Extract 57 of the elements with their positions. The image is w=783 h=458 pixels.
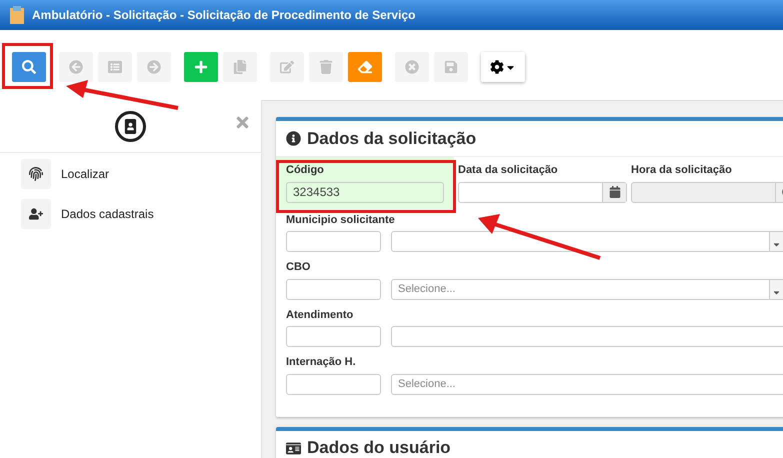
dropdown-toggle[interactable] xyxy=(769,280,783,298)
save-button[interactable] xyxy=(434,52,468,82)
edit-icon xyxy=(280,60,294,74)
section-title: Dados da solicitação xyxy=(307,128,476,150)
field-label: CBO xyxy=(286,260,312,275)
info-icon xyxy=(286,131,301,146)
settings-dropdown-button[interactable] xyxy=(481,52,525,82)
code-input-field[interactable] xyxy=(286,374,381,394)
code-field[interactable]: 3234533 xyxy=(286,182,444,202)
section-title: Dados do usuário xyxy=(307,437,451,458)
code-input-field[interactable] xyxy=(286,231,381,252)
trash-button[interactable] xyxy=(309,52,343,82)
sidebar-item[interactable]: Dados cadastrais xyxy=(61,205,154,223)
search-icon xyxy=(22,60,36,74)
contact-icon xyxy=(115,110,146,142)
right-arrow-button[interactable] xyxy=(137,52,171,82)
field-label: Atendimento xyxy=(286,308,354,322)
id-card-icon xyxy=(286,440,301,456)
copy-icon xyxy=(233,60,247,74)
search-button[interactable] xyxy=(12,52,46,82)
left-arrow-button[interactable] xyxy=(59,52,93,82)
eraser-button[interactable] xyxy=(348,52,382,82)
field-label: Municipio solicitante xyxy=(286,212,396,228)
cancel-button[interactable] xyxy=(395,52,429,82)
dropdown-toggle[interactable] xyxy=(769,232,783,251)
input-field[interactable] xyxy=(391,326,783,347)
input-field[interactable] xyxy=(458,182,627,202)
calendar-icon xyxy=(608,186,620,198)
plus-icon xyxy=(194,60,208,74)
cancel-icon xyxy=(405,60,419,74)
sidebar-item[interactable]: Localizar xyxy=(61,165,110,183)
select-field[interactable] xyxy=(391,231,783,252)
plus-button[interactable] xyxy=(184,52,218,82)
field-label: Hora da solicitação xyxy=(631,163,733,178)
code-input-field[interactable] xyxy=(286,326,381,347)
add-user-icon xyxy=(29,207,43,221)
input-field[interactable]: Selecione... xyxy=(391,374,783,394)
edit-button[interactable] xyxy=(270,52,304,82)
settings-icon xyxy=(490,60,504,74)
trash-icon xyxy=(319,60,333,74)
copy-button[interactable] xyxy=(223,52,257,82)
eraser-icon xyxy=(358,60,372,74)
close-icon[interactable] xyxy=(234,114,251,131)
highlight-frame xyxy=(2,43,53,89)
list-icon xyxy=(108,60,122,74)
save-icon xyxy=(444,60,458,74)
right-arrow-icon xyxy=(147,60,161,74)
left-arrow-icon xyxy=(69,60,83,74)
field-label: Internação H. xyxy=(286,355,357,370)
field-label: Código xyxy=(286,163,325,178)
code-input-field[interactable] xyxy=(286,278,381,300)
select-field[interactable]: Selecione... xyxy=(391,278,783,300)
list-button[interactable] xyxy=(98,52,132,82)
field-label: Data da solicitação xyxy=(458,163,559,178)
app-icon xyxy=(10,6,24,24)
fingerprint-icon xyxy=(29,167,43,181)
window-title: Ambulatório - Solicitação - Solicitação de Procedimento de Serviço xyxy=(32,7,416,24)
